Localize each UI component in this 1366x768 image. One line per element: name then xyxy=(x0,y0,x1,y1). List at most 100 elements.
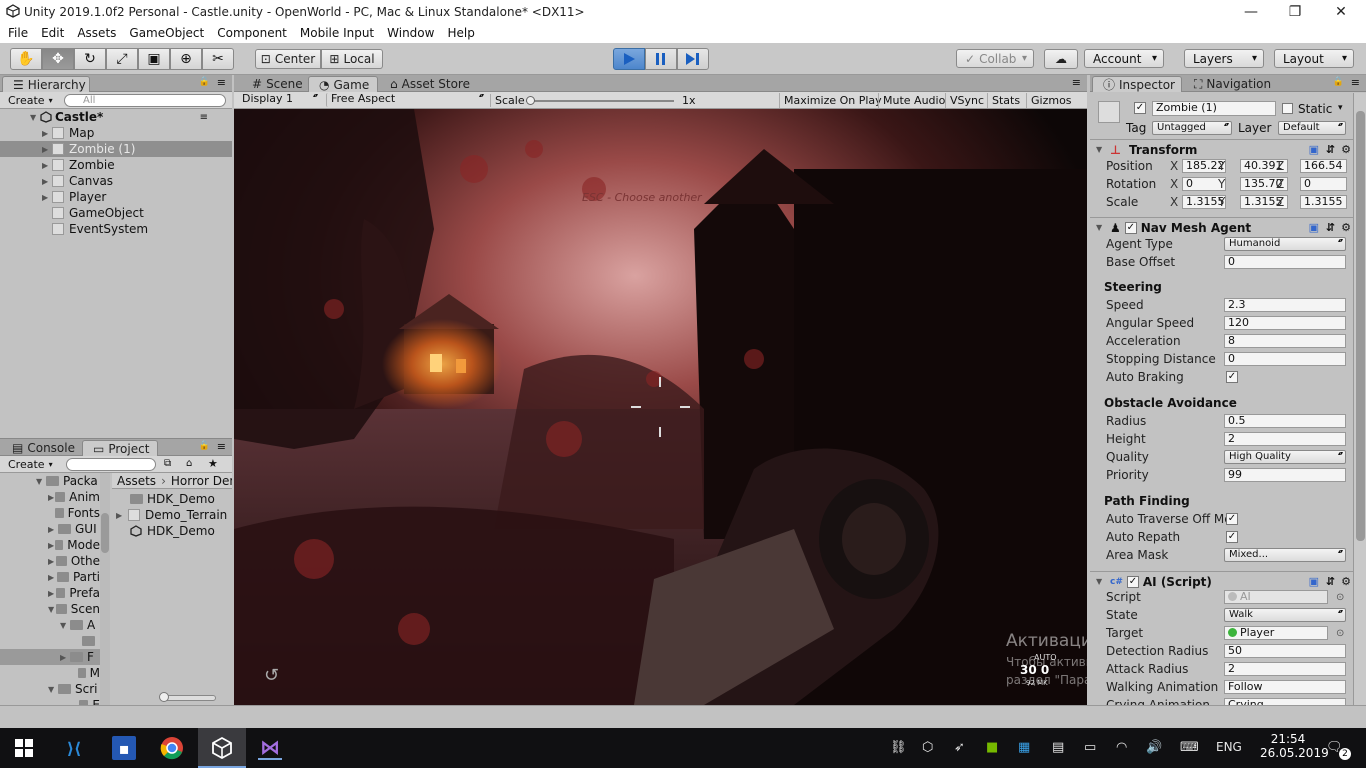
tab-console[interactable]: ▤ Console xyxy=(2,440,80,456)
tab-inspector[interactable]: ⓘ Inspector xyxy=(1092,76,1182,92)
panel-menu-icon[interactable]: ≡ xyxy=(1351,76,1360,89)
layer-dropdown[interactable]: Default xyxy=(1278,121,1346,135)
project-folder-item[interactable]: M xyxy=(0,665,100,681)
crying-animation-field[interactable]: Crying xyxy=(1224,698,1346,705)
hierarchy-item[interactable]: GameObject xyxy=(0,205,232,221)
component-gear-icon[interactable]: ⚙ xyxy=(1341,143,1351,156)
hierarchy-item[interactable]: ▶ Player xyxy=(0,189,232,205)
keyboard-icon[interactable]: ⌨ xyxy=(1180,740,1199,755)
tab-game[interactable]: ◔ Game xyxy=(308,76,378,92)
restore-button[interactable]: ❐ xyxy=(1272,0,1318,23)
project-create-button[interactable]: Create ▾ xyxy=(4,457,60,471)
panel-menu-icon[interactable]: ≡ xyxy=(217,440,226,453)
state-dropdown[interactable]: Walk xyxy=(1224,608,1346,622)
collab-dropdown[interactable]: ✓ Collab xyxy=(956,49,1034,68)
project-folder-item[interactable]: ▶ Parti xyxy=(0,569,100,585)
project-folder-item[interactable]: ▼ Scri xyxy=(0,681,100,697)
language-indicator[interactable]: ENG xyxy=(1216,740,1242,754)
hierarchy-create-button[interactable]: Create ▾ xyxy=(4,93,60,107)
active-checkbox[interactable]: ✓ xyxy=(1134,102,1146,114)
minimize-button[interactable]: — xyxy=(1228,0,1274,23)
menu-assets[interactable]: Assets xyxy=(69,26,121,40)
project-folder-item[interactable]: ▶ Othe xyxy=(0,553,100,569)
step-button[interactable] xyxy=(677,48,709,70)
navmesh-agent-header[interactable]: ▼ ♟ ✓ Nav Mesh Agent ▣ ⇵ ⚙ xyxy=(1090,217,1353,237)
feather-icon[interactable]: ➶ xyxy=(954,740,965,755)
rect-tool-icon[interactable]: ▣ xyxy=(138,48,170,70)
quality-dropdown[interactable]: High Quality xyxy=(1224,450,1346,464)
link-icon[interactable]: ⛓ xyxy=(890,740,907,755)
scale-slider[interactable] xyxy=(526,96,674,105)
tab-hierarchy[interactable]: ☰ Hierarchy xyxy=(2,76,90,92)
tag-dropdown[interactable]: Untagged xyxy=(1152,121,1232,135)
menu-edit[interactable]: Edit xyxy=(33,26,69,40)
navmesh-enabled-checkbox[interactable]: ✓ xyxy=(1124,221,1137,234)
project-folder-item[interactable]: Fonts xyxy=(0,505,100,521)
speed-field[interactable]: 2.3 xyxy=(1224,298,1346,312)
scrollbar-thumb[interactable] xyxy=(101,513,109,553)
wifi-icon[interactable]: ◠ xyxy=(1116,740,1127,755)
agent-type-dropdown[interactable]: Humanoid xyxy=(1224,237,1346,251)
breadcrumb-assets[interactable]: Assets xyxy=(117,474,156,488)
volume-icon[interactable]: 🔊 xyxy=(1146,740,1162,755)
transform-header[interactable]: ▼ ⊥ Transform ▣ ⇵ ⚙ xyxy=(1090,139,1353,159)
auto-braking-checkbox[interactable]: ✓ xyxy=(1226,371,1238,383)
project-folder-item[interactable] xyxy=(0,633,100,649)
rotate-tool-icon[interactable]: ↻ xyxy=(74,48,106,70)
area-mask-dropdown[interactable]: Mixed... xyxy=(1224,548,1346,562)
tab-project[interactable]: ▭ Project xyxy=(82,440,158,456)
asset-item[interactable]: HDK_Demo xyxy=(112,491,232,507)
scene-root[interactable]: ▼ Castle* ≡ xyxy=(0,109,232,125)
project-tree-scrollbar[interactable] xyxy=(100,473,110,705)
preset-icon[interactable]: ⇵ xyxy=(1326,143,1335,156)
script-field[interactable]: AI xyxy=(1224,590,1328,604)
cloud-button[interactable]: ☁ xyxy=(1044,49,1078,69)
project-folder-item[interactable]: ▶ Anim xyxy=(0,489,100,505)
menu-help[interactable]: Help xyxy=(439,26,479,40)
stopping-distance-field[interactable]: 0 xyxy=(1224,352,1346,366)
gizmos-dropdown[interactable]: Gizmos xyxy=(1026,93,1086,108)
aspect-dropdown[interactable]: Free Aspect xyxy=(326,93,486,107)
save-app-icon[interactable]: ▪ xyxy=(112,736,136,760)
mute-audio-toggle[interactable]: Mute Audio xyxy=(878,93,949,108)
chrome-icon[interactable] xyxy=(160,736,184,760)
target-field[interactable]: Player xyxy=(1224,626,1328,640)
transform-position-z-field[interactable]: 166.54 xyxy=(1300,159,1347,173)
layers-dropdown[interactable]: Layers xyxy=(1184,49,1264,68)
hierarchy-item[interactable]: EventSystem xyxy=(0,221,232,237)
detection-radius-field[interactable]: 50 xyxy=(1224,644,1346,658)
visual-studio-icon[interactable]: ⋈ xyxy=(258,735,282,760)
height-field[interactable]: 2 xyxy=(1224,432,1346,446)
project-folder-item[interactable]: ▶ GUI xyxy=(0,521,100,537)
acceleration-field[interactable]: 8 xyxy=(1224,334,1346,348)
windows-start-icon[interactable] xyxy=(12,736,36,760)
display-dropdown[interactable]: Display 1 xyxy=(238,93,320,107)
icon-size-slider[interactable] xyxy=(159,692,216,702)
panel-menu-icon[interactable]: ≡ xyxy=(1072,76,1081,89)
account-dropdown[interactable]: Account xyxy=(1084,49,1164,68)
stats-toggle[interactable]: Stats xyxy=(987,93,1024,108)
object-picker-icon[interactable]: ⊙ xyxy=(1336,592,1344,603)
lock-icon[interactable]: 🔒 xyxy=(1333,77,1344,87)
attack-radius-field[interactable]: 2 xyxy=(1224,662,1346,676)
project-search-input[interactable] xyxy=(66,458,156,471)
walking-animation-field[interactable]: Follow xyxy=(1224,680,1346,694)
scene-menu-icon[interactable]: ≡ xyxy=(200,112,208,123)
network-app-icon[interactable]: ▦ xyxy=(1018,740,1030,755)
maximize-on-play-toggle[interactable]: Maximize On Play xyxy=(779,93,886,108)
move-tool-icon[interactable]: ✥ xyxy=(42,48,74,70)
clock[interactable]: 21:54 26.05.2019 xyxy=(1260,732,1329,760)
lock-icon[interactable]: 🔒 xyxy=(199,77,210,87)
auto-traverse-checkbox[interactable]: ✓ xyxy=(1226,513,1238,525)
hierarchy-item[interactable]: ▶ Zombie xyxy=(0,157,232,173)
project-folder-item[interactable]: ▼ Packa xyxy=(0,473,100,489)
menu-mobile-input[interactable]: Mobile Input xyxy=(292,26,379,40)
preset-icon[interactable]: ⇵ xyxy=(1326,221,1335,234)
help-book-icon[interactable]: ▣ xyxy=(1309,143,1319,156)
help-book-icon[interactable]: ▣ xyxy=(1309,575,1319,588)
filter-label-icon[interactable]: ⌂ xyxy=(186,458,192,469)
object-picker-icon[interactable]: ⊙ xyxy=(1336,628,1344,639)
project-folder-item[interactable]: ▶ Mode xyxy=(0,537,100,553)
project-folder-item[interactable]: ▼ A xyxy=(0,617,100,633)
transform-scale-z-field[interactable]: 1.3155 xyxy=(1300,195,1347,209)
